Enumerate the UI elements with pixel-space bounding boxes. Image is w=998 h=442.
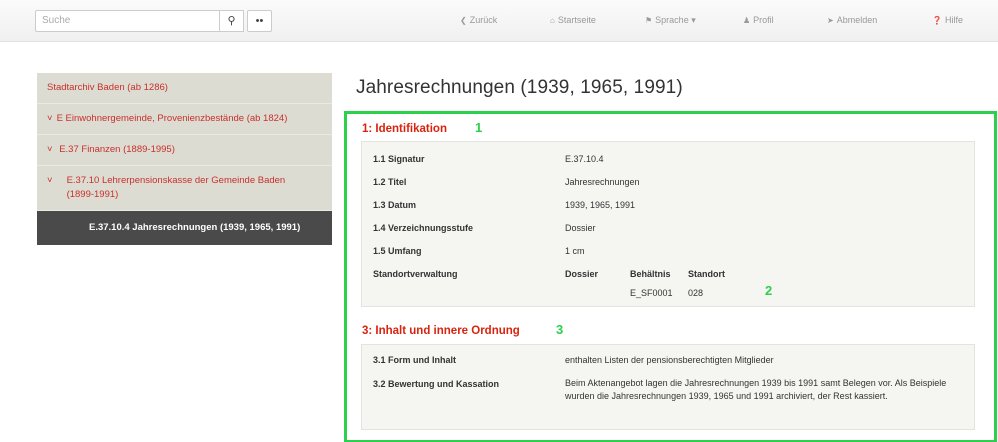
field-label: 1.1 Signatur <box>373 154 425 164</box>
more-icon: •• <box>255 15 264 27</box>
field-label: 1.5 Umfang <box>373 246 422 256</box>
field-value: Dossier <box>565 223 596 233</box>
standort-header-behaeltnis: Behältnis <box>630 269 671 279</box>
tree-item-stadtarchiv[interactable]: Stadtarchiv Baden (ab 1286) <box>37 73 332 104</box>
annotation-marker-3: 3 <box>556 322 564 337</box>
logout-icon: ➤ <box>827 16 834 25</box>
standort-cell-standort: 028 <box>688 288 704 298</box>
field-value: Jahresrechnungen <box>565 177 640 187</box>
field-label: 1.3 Datum <box>373 200 417 210</box>
page-title: Jahresrechnungen (1939, 1965, 1991) <box>356 77 683 98</box>
section-inhalt-title: 3: Inhalt und innere Ordnung <box>362 325 520 337</box>
standort-header-dossier: Dossier <box>565 269 599 279</box>
field-label: Standortverwaltung <box>373 269 458 279</box>
identifikation-panel: 1.1 Signatur E.37.10.4 1.2 Titel Jahresr… <box>361 141 975 307</box>
field-label: 1.2 Titel <box>373 177 407 187</box>
user-icon: ♟ <box>743 16 751 25</box>
search-button[interactable]: ⚲ <box>219 10 244 32</box>
tree-item-einwohnergemeinde[interactable]: ˅ E Einwohnergemeinde, Provenienzbestände… <box>37 104 332 135</box>
arrow-left-icon: ❮ <box>460 16 467 25</box>
field-value: enthalten Listen der pensionsberechtigte… <box>565 355 774 365</box>
nav-help[interactable]: ❓ Hilfe <box>932 15 963 25</box>
nav-language[interactable]: ⚑ Sprache ▾ <box>645 15 696 26</box>
annotation-marker-1: 1 <box>475 120 483 135</box>
home-icon: ⌂ <box>550 16 555 25</box>
nav-home[interactable]: ⌂ Startseite <box>550 15 596 25</box>
inhalt-panel: 3.1 Form und Inhalt enthalten Listen der… <box>361 344 975 430</box>
nav-logout[interactable]: ➤ Abmelden <box>827 15 877 25</box>
field-value: E.37.10.4 <box>565 154 604 164</box>
flag-icon: ⚑ <box>645 16 653 25</box>
search-input[interactable]: Suche <box>35 10 220 32</box>
help-icon: ❓ <box>932 16 942 25</box>
annotation-marker-2: 2 <box>765 283 773 298</box>
nav-profile[interactable]: ♟ Profil <box>743 15 774 25</box>
field-value: 1939, 1965, 1991 <box>565 200 636 210</box>
field-label: 1.4 Verzeichnungsstufe <box>373 223 474 233</box>
standort-header-standort: Standort <box>688 269 725 279</box>
caret-down-icon: ˅ <box>47 113 53 124</box>
field-value: 1 cm <box>565 246 585 256</box>
section-identifikation-title: 1: Identifikation <box>362 123 447 135</box>
search-icon: ⚲ <box>227 15 236 27</box>
caret-down-icon: ˅ <box>47 144 53 155</box>
field-label: 3.1 Form und Inhalt <box>373 355 457 365</box>
tree-item-lehrerpensionskasse[interactable]: ˅ E.37.10 Lehrerpensionskasse der Gemeind… <box>37 166 332 211</box>
field-label: 3.2 Bewertung und Kassation <box>373 379 500 389</box>
top-navbar: Suche ⚲ •• ❮ Zurück ⌂ Startseite ⚑ Sprache … <box>0 0 998 42</box>
tree-item-jahresrechnungen[interactable]: E.37.10.4 Jahresrechnungen (1939, 1965, … <box>37 211 332 245</box>
archive-tree-sidebar: Stadtarchiv Baden (ab 1286) ˅ E Einwohner… <box>37 73 332 245</box>
tree-item-finanzen[interactable]: ˅ E.37 Finanzen (1889-1995) <box>37 135 332 166</box>
nav-back[interactable]: ❮ Zurück <box>460 15 497 25</box>
standort-cell-behaeltnis: E_SF0001 <box>630 288 673 298</box>
search-options-button[interactable]: •• <box>247 10 272 32</box>
field-value: Beim Aktenangebot lagen die Jahresrechnu… <box>565 378 947 401</box>
caret-down-icon: ˅ <box>47 175 53 186</box>
